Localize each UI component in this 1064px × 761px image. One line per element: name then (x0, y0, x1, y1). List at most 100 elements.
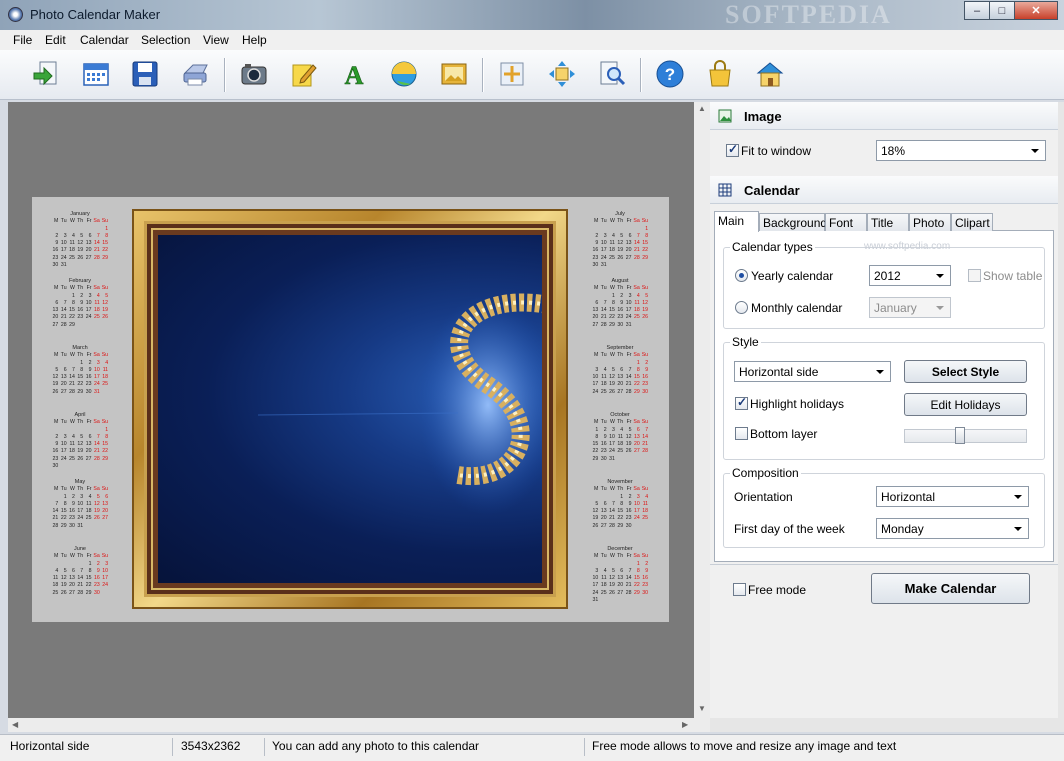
save-icon[interactable] (128, 56, 162, 92)
menu-calendar[interactable]: Calendar (80, 33, 129, 47)
day-cell: 31 (60, 262, 67, 269)
fit-icon[interactable] (495, 56, 529, 92)
menu-help[interactable]: Help (242, 33, 267, 47)
month-select[interactable]: January (869, 297, 951, 318)
day-cell: 23 (69, 515, 75, 522)
print-icon[interactable] (178, 56, 212, 92)
day-cell: 29 (60, 522, 67, 529)
panel-horizontal-scrollbar[interactable] (710, 718, 1058, 732)
highlight-holidays-label: Highlight holidays (750, 397, 845, 411)
day-cell: 1 (63, 493, 67, 500)
day-cell: 24 (600, 254, 607, 261)
ball-icon[interactable] (387, 56, 421, 92)
week-row: 17 18 19 20 21 22 23 (590, 582, 650, 589)
day-cell: 12 (102, 299, 109, 306)
make-calendar-button[interactable]: Make Calendar (871, 573, 1030, 604)
scroll-down-icon[interactable]: ▼ (698, 704, 706, 713)
canvas-vertical-scrollbar[interactable]: ▲ ▼ (694, 102, 710, 732)
maximize-button[interactable]: □ (989, 1, 1015, 20)
day-cell: 7 (603, 299, 607, 306)
day-cell: 11 (642, 500, 649, 507)
yearly-calendar-radio[interactable] (735, 269, 748, 282)
monthly-calendar-radio[interactable] (735, 301, 748, 314)
orientation-select[interactable]: Horizontal (876, 486, 1029, 507)
edit-holidays-button[interactable]: Edit Holidays (904, 393, 1027, 416)
day-cell: 26 (77, 455, 84, 462)
close-button[interactable]: ✕ (1014, 1, 1058, 20)
weekday-label: Sa (633, 419, 640, 426)
day-cell (607, 262, 615, 269)
text-icon[interactable]: A (337, 56, 371, 92)
calendar-icon[interactable] (79, 56, 113, 92)
move-icon[interactable] (545, 56, 579, 92)
tab-photo[interactable]: Photo (909, 213, 951, 231)
highlight-holidays-checkbox[interactable] (735, 395, 748, 410)
slider-thumb[interactable] (954, 427, 965, 444)
edit-note-icon[interactable] (287, 56, 321, 92)
select-style-button[interactable]: Select Style (904, 360, 1027, 383)
bag-icon[interactable] (703, 56, 737, 92)
year-select[interactable]: 2012 (869, 265, 951, 286)
camera-icon[interactable] (237, 56, 271, 92)
scroll-left-icon[interactable]: ◀ (12, 720, 18, 729)
minimize-button[interactable]: – (964, 1, 990, 20)
day-cell (100, 389, 108, 396)
image-frame-icon[interactable] (437, 56, 471, 92)
calendar-photo[interactable] (158, 235, 542, 583)
week-row: 16 17 18 19 20 21 22 (50, 247, 110, 254)
zoom-icon[interactable] (595, 56, 629, 92)
tab-main[interactable]: Main (714, 211, 759, 232)
show-table-checkbox[interactable] (968, 269, 981, 282)
day-cell (100, 463, 108, 470)
day-cell: 12 (52, 374, 59, 381)
scroll-up-icon[interactable]: ▲ (698, 104, 706, 113)
weekday-label: Su (641, 419, 649, 426)
bottom-layer-slider[interactable] (904, 429, 1027, 443)
tab-clipart[interactable]: Clipart (951, 213, 993, 231)
tab-title[interactable]: Title (867, 213, 909, 231)
canvas-horizontal-scrollbar[interactable]: ◀ ▶ (8, 718, 694, 732)
day-cell: 19 (609, 582, 615, 589)
menu-view[interactable]: View (203, 33, 229, 47)
menu-edit[interactable]: Edit (45, 33, 66, 47)
tab-font[interactable]: Font (825, 213, 867, 231)
fit-to-window-checkbox[interactable] (726, 142, 739, 157)
menu-file[interactable]: File (13, 33, 32, 47)
first-day-select[interactable]: Monday (876, 518, 1029, 539)
day-cell: 1 (636, 560, 640, 567)
app-icon (8, 7, 23, 22)
photo-frame[interactable] (132, 209, 568, 609)
week-row: 12 13 14 15 16 17 18 (590, 508, 650, 515)
weekday-label: Tu (60, 486, 67, 493)
day-cell: 24 (609, 448, 615, 455)
bottom-layer-checkbox[interactable] (735, 427, 748, 440)
scroll-right-icon[interactable]: ▶ (682, 720, 688, 729)
day-cell (631, 322, 639, 329)
zoom-select[interactable]: 18% (876, 140, 1046, 161)
style-select[interactable]: Horizontal side (734, 361, 891, 382)
panel-vertical-scrollbar[interactable] (1058, 102, 1064, 732)
preview-canvas[interactable]: January M Tu W Th Fr Sa Su 1 2 3 4 5 6 7 8 9 10 11 12 13 14 15… (8, 102, 694, 718)
day-cell: 20 (52, 314, 59, 321)
day-cell: 3 (595, 567, 599, 574)
week-row: 17 18 19 20 21 22 23 (590, 381, 650, 388)
tab-background[interactable]: Background (759, 213, 827, 231)
day-cell: 27 (600, 522, 607, 529)
day-cell: 7 (628, 366, 632, 373)
house-icon[interactable] (753, 56, 787, 92)
open-icon[interactable] (29, 56, 63, 92)
image-section-header[interactable]: Image (710, 102, 1058, 130)
week-row: 9 10 11 12 13 14 15 (50, 240, 110, 247)
orientation-value: Horizontal (881, 490, 936, 504)
calendar-sheet[interactable]: January M Tu W Th Fr Sa Su 1 2 3 4 5 6 7 8 9 10 11 12 13 14 15… (32, 197, 669, 622)
menu-selection[interactable]: Selection (141, 33, 190, 47)
calendar-section-header[interactable]: Calendar (710, 176, 1058, 204)
free-mode-checkbox[interactable] (733, 583, 746, 596)
weekday-label: Sa (93, 419, 100, 426)
day-cell: 27 (52, 321, 59, 328)
help-icon[interactable]: ? (653, 56, 687, 92)
day-cell: 11 (601, 374, 607, 381)
day-cell: 13 (60, 374, 67, 381)
day-cell: 3 (63, 232, 67, 239)
day-cell: 24 (77, 515, 84, 522)
